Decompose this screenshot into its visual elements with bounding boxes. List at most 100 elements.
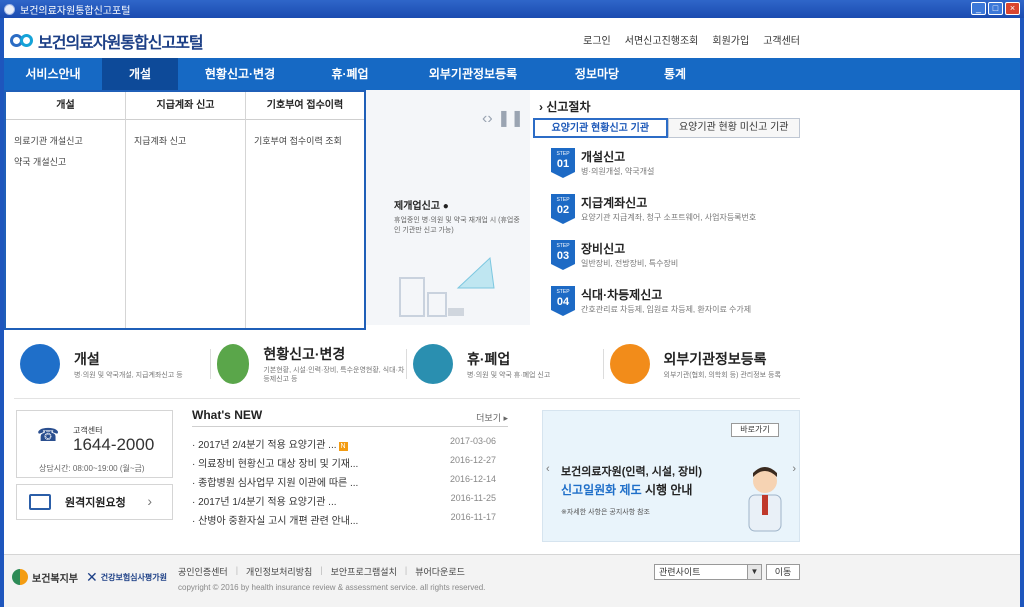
footer-links: 공인인증센터 | 개인정보처리방침 | 보안프로그램설치 | 뷰어다운로드 <box>178 565 465 578</box>
copyright: copyright © 2016 by health insurance rev… <box>178 583 486 592</box>
news-title: What's NEW <box>192 408 263 422</box>
quick-title: 개설 <box>74 350 100 367</box>
step-item[interactable]: STEP 02 지급계좌신고 요양기관 지급계좌, 청구 소프트웨어, 사업자등록번… <box>551 194 756 224</box>
quick-desc: 병·의원 및 약국 휴·폐업 신고 <box>467 371 551 379</box>
site-header: 보건의료자원통합신고포털 로그인 서면신고진행조회 회원가입 고객센터 <box>4 18 1020 58</box>
step-badge-icon: STEP 02 <box>551 194 575 224</box>
main-nav: 서비스안내 개설 현황신고·변경 휴·폐업 외부기관정보등록 정보마당 통계 <box>4 58 1020 90</box>
banner-next-icon[interactable]: › <box>792 463 796 475</box>
hira-emblem-icon: ✕ <box>86 569 98 585</box>
chevron-down-icon: ▼ <box>747 565 761 579</box>
cert-center-link[interactable]: 공인인증센터 <box>178 565 228 578</box>
news-more-link[interactable]: 더보기 ▸ <box>476 411 508 424</box>
step-title: 장비신고 <box>581 242 626 256</box>
download-icon <box>609 344 650 384</box>
quick-status-report[interactable]: 현황신고·변경 기본현황, 시설·인력·장비, 특수운영현황, 식대·차등제신고 … <box>211 333 407 395</box>
building-illustration-icon <box>399 256 495 317</box>
close-icon[interactable]: × <box>1005 2 1020 15</box>
customer-center-link[interactable]: 고객센터 <box>763 32 800 47</box>
step-item[interactable]: STEP 01 개설신고 병·의원개설, 약국개설 <box>551 148 654 178</box>
chevron-right-icon: › <box>147 493 152 509</box>
person-illustration-icon <box>748 467 782 532</box>
visual-title[interactable]: 제개업신고 ● <box>394 197 449 212</box>
dropdown-column-history: 기호부여 접수이력 기호부여 접수이력 조회 <box>246 92 364 328</box>
quick-menu: 개설병·의원 및 약국개설, 지급계좌신고 등 현황신고·변경 기본현황, 시설·… <box>14 333 800 395</box>
privacy-policy-link[interactable]: 개인정보처리방침 <box>246 565 312 578</box>
site-logo-text: 보건의료자원통합신고포털 <box>38 35 204 52</box>
dropdown-head-opening: 개설 <box>6 92 125 120</box>
code-history-link[interactable]: 기호부여 접수이력 조회 <box>246 130 364 151</box>
nav-statistics[interactable]: 통계 <box>646 58 704 90</box>
building-icon <box>20 344 60 384</box>
new-badge: N <box>338 442 348 451</box>
quick-opening[interactable]: 개설병·의원 및 약국개설, 지급계좌신고 등 <box>14 333 211 395</box>
report-steps-panel: › 신고절차 요양기관 현황신고 기관 요양기관 현황 미신고 기관 STEP 0… <box>533 90 800 325</box>
login-link[interactable]: 로그인 <box>583 32 611 47</box>
window-border-right <box>1020 18 1024 607</box>
maximize-icon[interactable]: □ <box>988 2 1003 15</box>
banner-line2: 신고일원화 제도 시행 안내 <box>561 483 693 497</box>
step-item[interactable]: STEP 03 장비신고일반장비, 전방장비, 특수장비 <box>551 240 678 270</box>
remote-support-label: 원격지원요청 <box>65 497 126 509</box>
logo-mark-icon <box>10 32 34 50</box>
related-sites-select[interactable]: 관련사이트 ▼ <box>654 564 762 580</box>
account-report-link[interactable]: 지급계좌 신고 <box>126 130 245 151</box>
nav-info[interactable]: 정보마당 <box>548 58 646 90</box>
browser-icon <box>4 3 15 15</box>
closed-building-icon <box>413 344 453 384</box>
pharmacy-opening-link[interactable]: 약국 개설신고 <box>6 151 125 172</box>
tab-unreported-institutions[interactable]: 요양기관 현황 미신고 기관 <box>667 118 800 138</box>
quick-title: 외부기관정보등록 <box>663 350 767 367</box>
minimize-icon[interactable]: _ <box>971 2 986 15</box>
opening-dropdown-menu: 개설 의료기관 개설신고 약국 개설신고 지급계좌 신고 지급계좌 신고 기호부… <box>4 90 366 330</box>
window-title: 보건의료자원통합신고포털 <box>20 5 131 17</box>
written-report-status-link[interactable]: 서면신고진행조회 <box>625 32 699 47</box>
security-install-link[interactable]: 보안프로그램설치 <box>331 565 397 578</box>
slider-controls-icon[interactable]: ‹› ❚❚ <box>482 108 524 128</box>
signup-link[interactable]: 회원가입 <box>712 32 749 47</box>
banner-go-button[interactable]: 바로가기 <box>731 423 779 437</box>
quick-desc: 외부기관(협회, 의학회 등) 관리정보 등록 <box>663 371 781 379</box>
clipboard-icon <box>216 344 250 384</box>
nav-external-registration[interactable]: 외부기관정보등록 <box>398 58 548 90</box>
nav-opening[interactable]: 개설 <box>102 58 178 90</box>
site-logo[interactable]: 보건의료자원통합신고포털 <box>10 29 204 53</box>
step-title: 식대·차등제신고 <box>581 288 663 302</box>
remote-support-button[interactable]: 원격지원요청 › <box>16 484 173 520</box>
step-badge-icon: STEP 03 <box>551 240 575 270</box>
customer-center-hours: 상담시간: 08:00~19:00 (월~금) <box>39 464 145 473</box>
viewer-download-link[interactable]: 뷰어다운로드 <box>415 565 465 578</box>
monitor-icon <box>29 494 51 510</box>
step-desc: 간호관리료 차등제, 입원료 차등제, 환자이료 수가제 <box>581 305 752 314</box>
tab-reported-institutions[interactable]: 요양기관 현황신고 기관 <box>533 118 668 138</box>
dropdown-column-account: 지급계좌 신고 지급계좌 신고 <box>126 92 246 328</box>
dropdown-head-history: 기호부여 접수이력 <box>246 92 364 120</box>
quick-external-registration[interactable]: 외부기관정보등록외부기관(협회, 의학회 등) 관리정보 등록 <box>604 333 801 395</box>
section-divider <box>14 398 800 399</box>
customer-center-number: 1644-2000 <box>73 435 155 454</box>
related-sites-go-button[interactable]: 이동 <box>766 564 800 580</box>
step-desc: 일반장비, 전방장비, 특수장비 <box>581 259 679 268</box>
dropdown-column-opening: 개설 의료기관 개설신고 약국 개설신고 <box>6 92 126 328</box>
banner-prev-icon[interactable]: ‹ <box>546 463 550 475</box>
ministry-logo: 보건복지부 <box>12 569 78 585</box>
nav-closure[interactable]: 휴·폐업 <box>302 58 398 90</box>
dropdown-head-account: 지급계좌 신고 <box>126 92 245 120</box>
hira-logo: ✕ 건강보험심사평가원 <box>86 569 167 585</box>
window-titlebar: 보건의료자원통합신고포털 _ □ × <box>0 0 1024 18</box>
quick-desc: 병·의원 및 약국개설, 지급계좌신고 등 <box>74 371 183 379</box>
ministry-emblem-icon <box>12 569 28 585</box>
steps-tabs: 요양기관 현황신고 기관 요양기관 현황 미신고 기관 <box>533 118 800 138</box>
notice-banner[interactable]: 바로가기 ‹ › 보건의료자원(인력, 시설, 장비) 신고일원화 제도 시행 … <box>542 410 800 542</box>
hospital-opening-link[interactable]: 의료기관 개설신고 <box>6 130 125 151</box>
step-badge-icon: STEP 01 <box>551 148 575 178</box>
quick-closure[interactable]: 휴·폐업 병·의원 및 약국 휴·폐업 신고 <box>407 333 604 395</box>
step-badge-icon: STEP 04 <box>551 286 575 316</box>
quick-desc: 기본현황, 시설·인력·장비, 특수운영현황, 식대·차등제신고 등 <box>263 367 405 383</box>
step-item[interactable]: STEP 04 식대·차등제신고간호관리료 차등제, 입원료 차등제, 환자이료 … <box>551 286 751 316</box>
site-footer: 보건복지부 ✕ 건강보험심사평가원 공인인증센터 | 개인정보처리방침 | 보안프로그… <box>4 555 1020 607</box>
nav-service-guide[interactable]: 서비스안내 <box>4 58 102 90</box>
visual-desc: 휴업중인 병·의원 및 약국 재개업 시 (휴업중인 기관만 신고 가능) <box>394 217 520 234</box>
nav-status-report[interactable]: 현황신고·변경 <box>178 58 302 90</box>
banner-line1: 보건의료자원(인력, 시설, 장비) <box>561 466 702 478</box>
